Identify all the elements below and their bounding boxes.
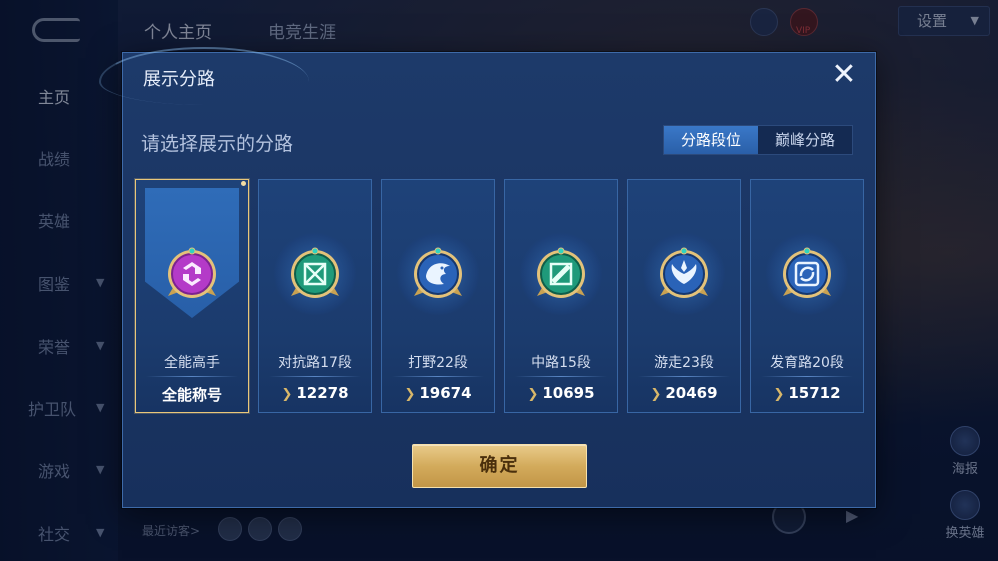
clash-lane-emblem-icon — [291, 247, 339, 298]
lane-card-value: 15712 — [788, 384, 841, 402]
lane-card-value: 12278 — [296, 384, 349, 402]
lane-type-segmented-control: 分路段位 巅峰分路 — [663, 125, 853, 155]
lane-card-jungle[interactable]: 打野22段 ❯ 19674 — [381, 179, 495, 413]
rank-chevron-icon: ❯ — [773, 387, 785, 402]
lane-card-name: 对抗路17段 — [278, 355, 352, 371]
lane-card-mid[interactable]: 中路15段 ❯ 10695 — [504, 179, 618, 413]
farm-lane-emblem-icon — [783, 247, 831, 298]
divider — [761, 376, 853, 377]
lane-card-all-round[interactable]: 全能高手 全能称号 — [135, 179, 249, 413]
divider — [392, 376, 484, 377]
divider — [515, 376, 607, 377]
mid-lane-emblem-icon — [537, 247, 585, 298]
dialog-subtitle: 请选择展示的分路 — [141, 133, 294, 155]
lane-card-score: ❯ 20469 — [628, 384, 740, 402]
lane-card-roam[interactable]: 游走23段 ❯ 20469 — [627, 179, 741, 413]
lane-card-score: ❯ 10695 — [505, 384, 617, 402]
close-icon[interactable]: ✕ — [827, 58, 861, 92]
rank-chevron-icon: ❯ — [650, 387, 662, 402]
lane-card-clash[interactable]: 对抗路17段 ❯ 12278 — [258, 179, 372, 413]
divider — [638, 376, 730, 377]
lane-card-farm[interactable]: 发育路20段 ❯ 15712 — [750, 179, 864, 413]
rank-chevron-icon: ❯ — [527, 387, 539, 402]
confirm-button[interactable]: 确定 — [412, 444, 587, 488]
lane-card-value: 19674 — [419, 384, 472, 402]
segment-peak-lane[interactable]: 巅峰分路 — [758, 126, 852, 154]
lane-card-name: 中路15段 — [531, 355, 591, 371]
all-round-emblem-icon — [168, 247, 216, 298]
dialog-title: 展示分路 — [143, 69, 215, 90]
lane-card-name: 发育路20段 — [770, 355, 844, 371]
segment-lane-rank[interactable]: 分路段位 — [664, 126, 758, 154]
lane-card-value: 20469 — [665, 384, 718, 402]
lane-card-name: 全能高手 — [164, 355, 220, 371]
lane-card-name: 游走23段 — [654, 355, 714, 371]
lane-card-score: ❯ 15712 — [751, 384, 863, 402]
roam-emblem-icon — [660, 247, 708, 298]
rank-chevron-icon: ❯ — [281, 387, 293, 402]
jungle-emblem-icon — [414, 247, 462, 298]
lane-card-value: 10695 — [542, 384, 595, 402]
rank-chevron-icon: ❯ — [404, 387, 416, 402]
lane-card-score: ❯ 12278 — [259, 384, 371, 402]
lane-display-dialog: 展示分路 ✕ 请选择展示的分路 分路段位 巅峰分路 全能高手 全能称号 对抗路1… — [99, 47, 876, 508]
corner-dot — [241, 181, 246, 186]
divider — [269, 376, 361, 377]
lane-card-score: ❯ 19674 — [382, 384, 494, 402]
divider — [146, 376, 238, 377]
lane-card-name: 打野22段 — [408, 355, 468, 371]
lane-card-value: 全能称号 — [161, 386, 222, 404]
